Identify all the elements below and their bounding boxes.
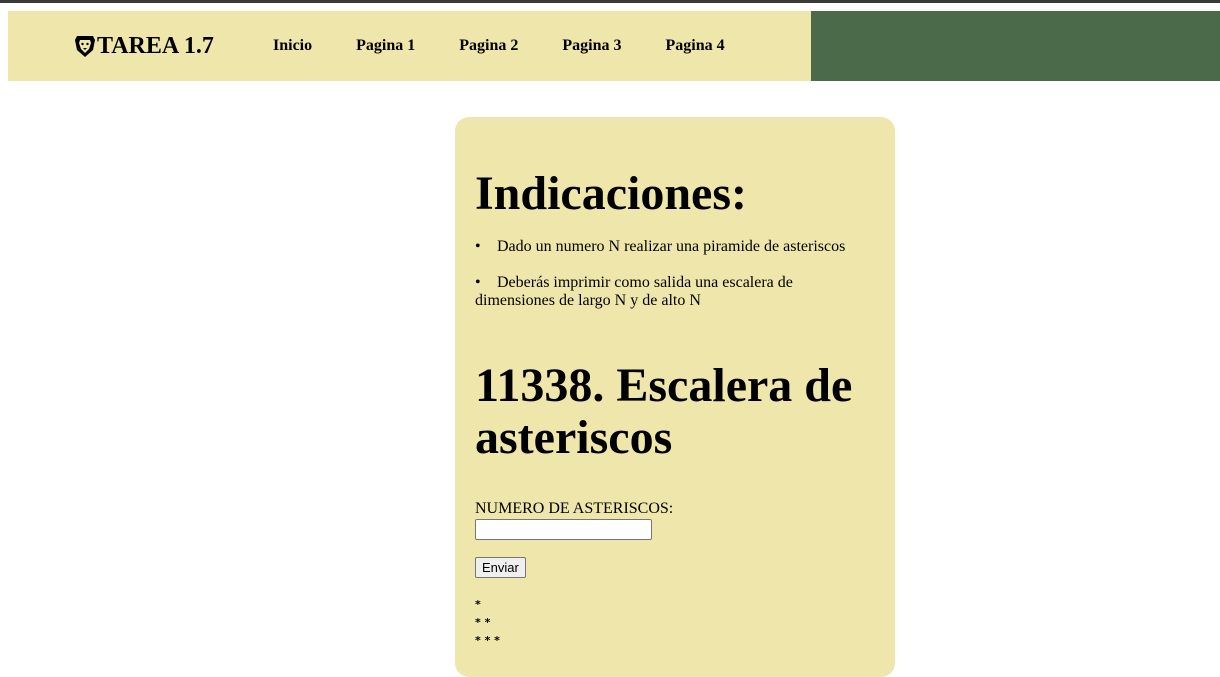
problem-title: 11338. Escalera de asteriscos — [475, 359, 853, 464]
list-item: • Dado un numero N realizar una piramide … — [475, 238, 846, 255]
output-line: * — [475, 598, 481, 611]
output-line: * * — [475, 616, 491, 629]
list-item: • Deberás imprimir como salida una escale… — [475, 274, 793, 309]
brand-name: TAREA 1.7 — [97, 32, 214, 59]
content-card: Indicaciones: • Dado un numero N realizar… — [455, 117, 895, 677]
indicaciones-list: • Dado un numero N realizar una piramide … — [475, 238, 870, 328]
nav-item-pagina-4[interactable]: Pagina 4 — [666, 37, 725, 55]
nav-links: Inicio Pagina 1 Pagina 2 Pagina 3 Pagina… — [273, 11, 769, 81]
top-border — [0, 0, 1220, 3]
output-line: * * * — [475, 634, 500, 647]
nav-item-pagina-1[interactable]: Pagina 1 — [356, 37, 415, 55]
navbar: TAREA 1.7 Inicio Pagina 1 Pagina 2 Pagin… — [8, 11, 1220, 81]
nav-item-pagina-3[interactable]: Pagina 3 — [562, 37, 621, 55]
nav-item-inicio[interactable]: Inicio — [273, 37, 312, 55]
brand[interactable]: TAREA 1.7 — [74, 11, 214, 81]
asterisk-count-input[interactable] — [475, 519, 652, 540]
indicaciones-heading: Indicaciones: — [475, 167, 748, 220]
nav-item-pagina-2[interactable]: Pagina 2 — [459, 37, 518, 55]
submit-button[interactable]: Enviar — [475, 557, 526, 578]
lion-shield-icon — [75, 36, 95, 57]
asterisk-form: NUMERO DE ASTERISCOS: Enviar — [475, 500, 673, 578]
asterisk-output: * * * * * * — [475, 596, 500, 650]
nav-dark-panel — [811, 11, 1220, 81]
asterisk-count-label: NUMERO DE ASTERISCOS: — [475, 500, 674, 517]
